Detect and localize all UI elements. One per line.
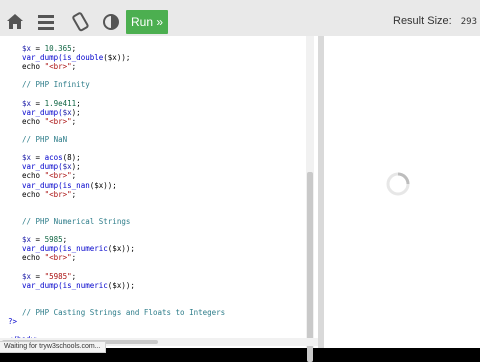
code-editor[interactable]: $x = 10.365; var_dump(is_double($x)); echo… (0, 36, 318, 348)
code-token: echo (22, 116, 45, 126)
code-line: // PHP NaN (22, 135, 67, 145)
code-token: // PHP NaN (22, 135, 68, 144)
code-token: = (31, 271, 45, 281)
code-token: $x (22, 44, 32, 53)
code-token: $x (22, 235, 32, 245)
menu-icon[interactable] (36, 12, 58, 34)
code-token: ; (62, 235, 68, 245)
code-token: ; (71, 116, 77, 126)
code-line: echo "<br>"; (22, 253, 76, 263)
code-token: is_nan (62, 180, 90, 190)
code-token: ; (71, 271, 77, 281)
code-token: ); (71, 107, 81, 117)
code-token: ; (76, 98, 81, 108)
code-token: ; (71, 189, 77, 199)
code-token: var_dump( (22, 180, 63, 190)
code-token: ($x)); (89, 180, 117, 190)
code-token: = (31, 98, 45, 108)
loading-spinner-icon (386, 172, 410, 196)
code-token: var_dump( (22, 53, 63, 63)
code-token: // PHP Casting Strings and Floats to Int… (22, 307, 226, 317)
code-token: is_numeric (62, 244, 108, 254)
code-token: is_double (62, 53, 104, 63)
run-button[interactable]: Run » (126, 10, 168, 34)
result-size-value: 293 x 58 (460, 17, 480, 27)
code-token: $x (22, 153, 32, 163)
code-token: "<br>" (44, 171, 72, 181)
scrollbar-thumb[interactable] (307, 172, 313, 362)
result-size-text: Result Size: (393, 15, 452, 27)
code-token: = (31, 235, 45, 245)
code-token: ; (71, 253, 77, 263)
code-line: // PHP Numerical Strings (22, 217, 130, 227)
code-token: "<br>" (44, 253, 72, 263)
editor-vertical-scrollbar[interactable] (306, 36, 314, 362)
code-line: ?> (8, 317, 17, 327)
code-token: (8); (62, 153, 81, 163)
code-token: acos (44, 153, 63, 163)
code-line: echo "<br>"; (22, 62, 76, 72)
result-size-label: Result Size: 293 x 58 (393, 15, 480, 27)
code-token: "<br>" (44, 189, 72, 199)
code-token: 10.365 (44, 44, 72, 53)
code-token: echo (22, 253, 45, 263)
code-token: ($x)); (103, 53, 131, 63)
code-token: ; (71, 62, 77, 72)
rotate-icon[interactable] (70, 12, 92, 34)
code-token: echo (22, 189, 45, 199)
code-token: ($x)); (107, 244, 135, 254)
code-token: = (31, 153, 45, 163)
code-token: // PHP Numerical Strings (22, 216, 131, 226)
code-token: ; (71, 44, 77, 53)
code-token: = (31, 44, 45, 53)
result-pane (324, 36, 480, 348)
code-token: ; (71, 171, 77, 181)
code-token: "5985" (44, 271, 72, 281)
code-line: echo "<br>"; (22, 190, 76, 200)
code-token: var_dump( (22, 107, 63, 117)
code-token: "<br>" (44, 62, 72, 72)
code-token: $x (62, 162, 72, 172)
code-token: $x (22, 98, 32, 108)
code-token: ?> (8, 317, 18, 326)
code-token: echo (22, 62, 45, 72)
code-token: ($x)); (107, 280, 135, 290)
code-line: // PHP Casting Strings and Floats to Int… (22, 308, 225, 318)
code-token: "<br>" (44, 116, 72, 126)
code-token: var_dump( (22, 280, 63, 290)
home-icon[interactable] (5, 12, 27, 34)
code-token: // PHP Infinity (22, 80, 90, 90)
code-token: var_dump( (22, 162, 63, 172)
code-token: $x (62, 107, 72, 117)
code-token: var_dump( (22, 244, 63, 254)
theme-toggle-icon[interactable] (101, 12, 123, 34)
code-token: $x (22, 271, 32, 281)
code-token: 1.9e411 (44, 98, 77, 108)
code-line: echo "<br>"; (22, 117, 76, 127)
code-token: ); (71, 162, 81, 172)
code-line: var_dump(is_numeric($x)); (22, 281, 135, 291)
code-token: echo (22, 171, 45, 181)
code-token: is_numeric (62, 280, 108, 290)
code-token: 5985 (44, 235, 63, 245)
code-line: // PHP Infinity (22, 80, 90, 90)
browser-status-bar: Waiting for tryw3schools.com... (0, 341, 106, 353)
